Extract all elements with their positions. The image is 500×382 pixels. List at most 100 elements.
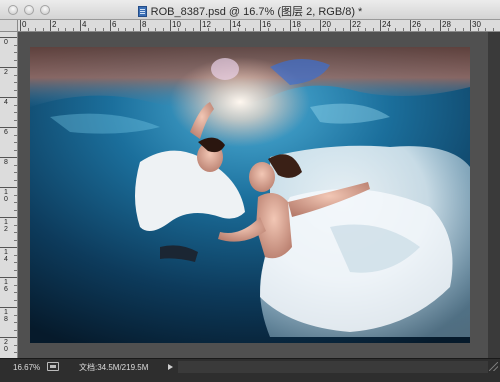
ruler-minor-tick <box>207 28 209 31</box>
ruler-minor-tick <box>267 28 269 31</box>
ruler-minor-tick <box>14 44 17 46</box>
ruler-minor-tick <box>95 28 96 31</box>
ruler-major-tick <box>290 20 291 31</box>
ruler-minor-tick <box>14 74 17 76</box>
ruler-major-tick <box>20 20 21 31</box>
underwater-photo <box>30 47 470 343</box>
status-bar: 16.67% 文档:34.5M/219.5M <box>0 358 500 382</box>
ruler-tick-label: 6 <box>112 20 117 29</box>
ruler-major-tick <box>0 127 17 128</box>
photoshop-document-window: ROB_8387.psd @ 16.7% (图层 2, RGB/8) * 024… <box>0 0 500 382</box>
ruler-tick-label: 30 <box>472 20 481 29</box>
ruler-minor-tick <box>14 134 17 136</box>
ruler-minor-tick <box>14 352 17 353</box>
ruler-tick-label: 4 <box>82 20 87 29</box>
ruler-minor-tick <box>57 28 59 31</box>
ruler-minor-tick <box>14 104 17 106</box>
ruler-minor-tick <box>27 28 29 31</box>
ruler-tick-label: 10 <box>172 20 181 29</box>
ruler-major-tick <box>0 157 17 158</box>
ruler-tick-label: 0 <box>22 20 27 29</box>
ruler-major-tick <box>0 97 17 98</box>
vertical-ruler[interactable]: 02468101214161820 <box>0 32 18 358</box>
ruler-tick-label: 6 <box>4 286 8 293</box>
ruler-major-tick <box>230 20 231 31</box>
ruler-minor-tick <box>492 28 494 31</box>
ruler-minor-tick <box>335 28 336 31</box>
ruler-minor-tick <box>327 28 329 31</box>
ruler-minor-tick <box>485 28 486 31</box>
ruler-major-tick <box>80 20 81 31</box>
resize-grip[interactable] <box>489 362 498 371</box>
ruler-minor-tick <box>462 28 464 31</box>
play-arrow-icon[interactable] <box>168 364 173 370</box>
ruler-major-tick <box>470 20 471 31</box>
ruler-minor-tick <box>42 28 44 31</box>
ruler-tick-label: 1 <box>4 279 8 286</box>
zoom-level-field[interactable]: 16.67% <box>13 362 43 373</box>
ruler-tick-label: 8 <box>4 159 8 166</box>
ruler-tick-label: 0 <box>4 196 8 203</box>
ruler-major-tick <box>0 307 17 308</box>
ruler-tick-label: 4 <box>4 256 8 263</box>
ruler-minor-tick <box>312 28 314 31</box>
ruler-minor-tick <box>14 172 17 173</box>
ruler-minor-tick <box>252 28 254 31</box>
ruler-minor-tick <box>14 164 17 166</box>
ruler-minor-tick <box>14 239 17 241</box>
ruler-minor-tick <box>447 28 449 31</box>
ruler-major-tick <box>350 20 351 31</box>
ruler-minor-tick <box>87 28 89 31</box>
ruler-minor-tick <box>237 28 239 31</box>
document-canvas[interactable] <box>30 47 470 343</box>
window-title-text: ROB_8387.psd @ 16.7% (图层 2, RGB/8) * <box>150 6 363 18</box>
ruler-minor-tick <box>14 314 17 316</box>
ruler-minor-tick <box>147 28 149 31</box>
ruler-minor-tick <box>14 262 17 263</box>
ruler-tick-label: 1 <box>4 219 8 226</box>
ruler-minor-tick <box>177 28 179 31</box>
ruler-minor-tick <box>215 28 216 31</box>
ruler-minor-tick <box>372 28 374 31</box>
ruler-minor-tick <box>72 28 74 31</box>
ruler-major-tick <box>0 217 17 218</box>
ruler-minor-tick <box>14 149 17 151</box>
ruler-minor-tick <box>14 119 17 121</box>
ruler-minor-tick <box>14 82 17 83</box>
ruler-minor-tick <box>192 28 194 31</box>
ruler-minor-tick <box>395 28 396 31</box>
title-bar[interactable]: ROB_8387.psd @ 16.7% (图层 2, RGB/8) * <box>0 0 500 20</box>
ruler-minor-tick <box>387 28 389 31</box>
ruler-tick-label: 24 <box>382 20 391 29</box>
horizontal-ruler[interactable]: 0 2 4 6 8 10 12 14 16 18 20 22 24 26 28 30 <box>18 20 500 32</box>
ruler-minor-tick <box>245 28 246 31</box>
ruler-origin[interactable] <box>0 20 18 32</box>
ruler-major-tick <box>0 337 17 338</box>
ruler-minor-tick <box>305 28 306 31</box>
ruler-minor-tick <box>425 28 426 31</box>
ruler-tick-label: 12 <box>202 20 211 29</box>
ruler-minor-tick <box>162 28 164 31</box>
ruler-minor-tick <box>282 28 284 31</box>
ruler-minor-tick <box>402 28 404 31</box>
ruler-tick-label: 8 <box>4 316 8 323</box>
ruler-minor-tick <box>14 202 17 203</box>
vertical-scrollbar[interactable] <box>488 32 500 358</box>
horizontal-scrollbar[interactable] <box>178 361 488 373</box>
ruler-tick-label: 26 <box>412 20 421 29</box>
ruler-minor-tick <box>455 28 456 31</box>
ruler-tick-label: 1 <box>4 249 8 256</box>
ruler-minor-tick <box>125 28 126 31</box>
ruler-minor-tick <box>14 142 17 143</box>
ruler-minor-tick <box>185 28 186 31</box>
ruler-tick-label: 8 <box>142 20 147 29</box>
ruler-minor-tick <box>14 322 17 323</box>
ruler-tick-label: 1 <box>4 309 8 316</box>
ruler-minor-tick <box>14 112 17 113</box>
ruler-tick-label: 1 <box>4 189 8 196</box>
ruler-minor-tick <box>14 292 17 293</box>
ruler-tick-label: 2 <box>4 339 8 346</box>
status-info-icon[interactable] <box>47 362 59 371</box>
ruler-major-tick <box>410 20 411 31</box>
ruler-minor-tick <box>14 209 17 211</box>
